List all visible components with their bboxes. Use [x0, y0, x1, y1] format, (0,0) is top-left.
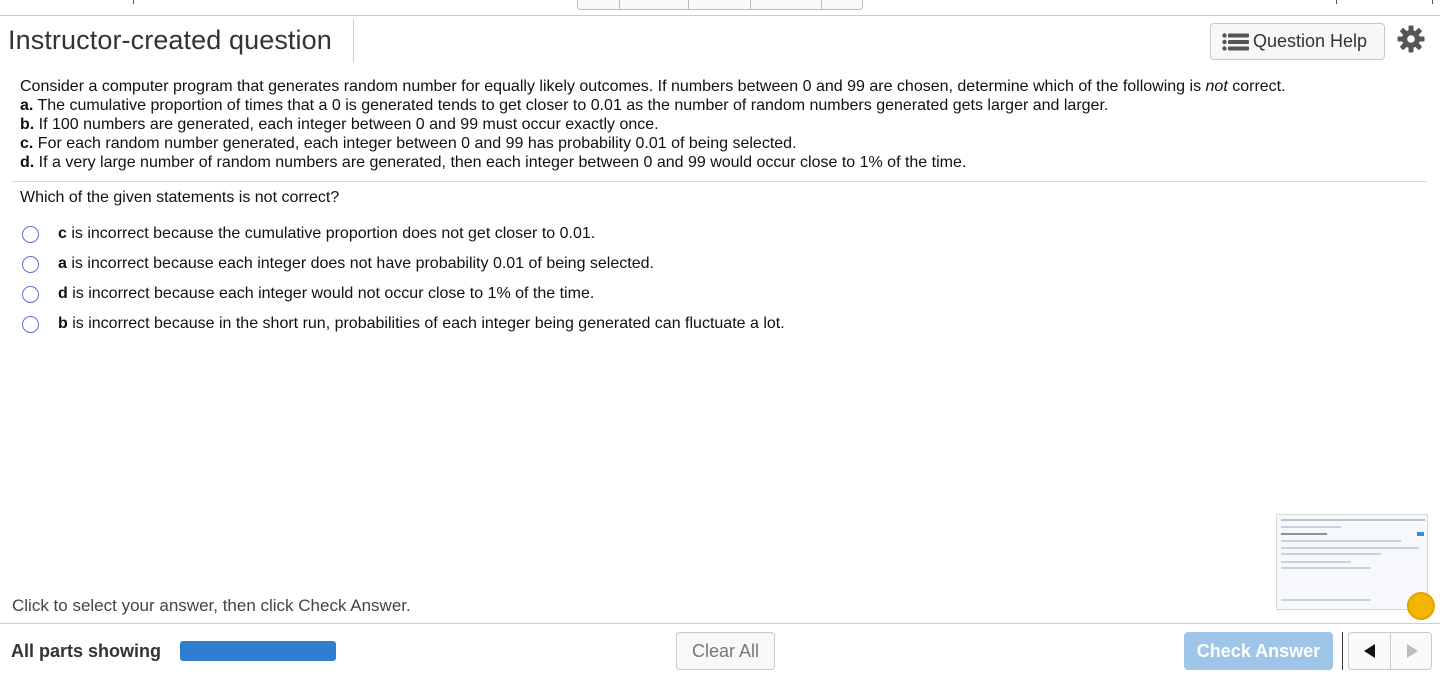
question-prompt: Which of the given statements is not cor… [20, 189, 340, 206]
question-help-button[interactable]: Question Help [1210, 23, 1385, 60]
instruction-text: Click to select your answer, then click … [12, 596, 411, 615]
option-text: is incorrect because the cumulative prop… [66, 225, 596, 242]
statement-d: d. If a very large number of random numb… [20, 153, 1420, 172]
radio-button[interactable] [22, 225, 39, 243]
toolbar-tick [1432, 0, 1433, 4]
answer-option[interactable]: b is incorrect because in the short run,… [20, 309, 785, 339]
question-text: Consider a computer program that generat… [20, 77, 1420, 172]
top-toolbar-strip [0, 0, 1440, 16]
answer-option-label: b is incorrect because in the short run,… [58, 315, 785, 333]
progress-bar [180, 641, 336, 661]
toolbar-control-group[interactable] [577, 0, 863, 10]
statement-letter: a. [20, 97, 34, 114]
option-letter: c [58, 225, 67, 242]
statement-letter: c. [20, 135, 34, 152]
statement-letter: b. [20, 116, 35, 133]
check-answer-button[interactable]: Check Answer [1184, 632, 1333, 670]
option-letter: b [58, 315, 68, 332]
answer-option[interactable]: d is incorrect because each integer woul… [20, 279, 785, 309]
next-button[interactable] [1391, 633, 1432, 669]
statement-letter: d. [20, 154, 35, 171]
footer-divider [0, 623, 1440, 624]
nav-separator [1342, 632, 1343, 670]
list-icon [1222, 32, 1249, 51]
option-letter: d [58, 285, 68, 302]
toolbar-tick [133, 0, 134, 4]
statement-c: c. For each random number generated, eac… [20, 134, 1420, 153]
gear-icon[interactable] [1397, 25, 1425, 53]
clear-all-button[interactable]: Clear All [676, 632, 775, 670]
control-divider [821, 0, 822, 9]
answer-option-label: d is incorrect because each integer woul… [58, 285, 594, 303]
toolbar-tick [1336, 0, 1337, 4]
thumb-line [1281, 526, 1341, 528]
thumb-line [1281, 540, 1401, 542]
control-divider [688, 0, 689, 9]
thumb-accent [1417, 532, 1424, 536]
option-text: is incorrect because each integer would … [67, 285, 595, 302]
question-help-label: Question Help [1253, 31, 1368, 51]
title-divider [353, 19, 354, 63]
thumb-line [1281, 533, 1327, 535]
answer-option-label: a is incorrect because each integer does… [58, 255, 654, 273]
thumbnail-badge-icon [1407, 592, 1435, 620]
question-intro: Consider a computer program that generat… [20, 77, 1420, 96]
triangle-left-icon [1363, 644, 1375, 658]
statement-text: For each random number generated, each i… [33, 135, 797, 152]
option-text: is incorrect because in the short run, p… [67, 315, 785, 332]
previous-button[interactable] [1349, 633, 1390, 669]
thumb-line [1281, 599, 1371, 601]
answer-option[interactable]: a is incorrect because each integer does… [20, 249, 785, 279]
option-text: is incorrect because each integer does n… [66, 255, 654, 272]
page-title: Instructor-created question [8, 25, 332, 55]
radio-button[interactable] [22, 315, 39, 333]
statement-b: b. If 100 numbers are generated, each in… [20, 115, 1420, 134]
triangle-right-icon [1406, 644, 1418, 658]
thumb-line [1281, 553, 1381, 555]
control-divider [750, 0, 751, 9]
intro-text: Consider a computer program that generat… [20, 78, 1206, 95]
radio-button[interactable] [22, 255, 39, 273]
answer-option-label: c is incorrect because the cumulative pr… [58, 225, 595, 243]
intro-emphasis: not [1205, 78, 1228, 95]
answer-option[interactable]: c is incorrect because the cumulative pr… [20, 219, 785, 249]
screenshot-thumbnail[interactable] [1276, 514, 1428, 610]
statement-a: a. The cumulative proportion of times th… [20, 96, 1420, 115]
thumb-line [1281, 519, 1425, 521]
answer-options: c is incorrect because the cumulative pr… [20, 219, 785, 339]
statement-text: If 100 numbers are generated, each integ… [34, 116, 659, 133]
thumb-line [1281, 567, 1371, 569]
option-letter: a [58, 255, 67, 272]
question-header: Instructor-created question Question Hel… [0, 17, 1440, 67]
statement-text: If a very large number of random numbers… [34, 154, 967, 171]
radio-button[interactable] [22, 285, 39, 303]
parts-status-label: All parts showing [11, 641, 162, 661]
question-nav [1348, 632, 1432, 670]
thumb-line [1281, 547, 1419, 549]
control-divider [619, 0, 620, 9]
intro-text-end: correct. [1227, 78, 1286, 95]
divider [12, 181, 1427, 182]
statement-text: The cumulative proportion of times that … [33, 97, 1109, 114]
thumb-line [1281, 561, 1351, 563]
